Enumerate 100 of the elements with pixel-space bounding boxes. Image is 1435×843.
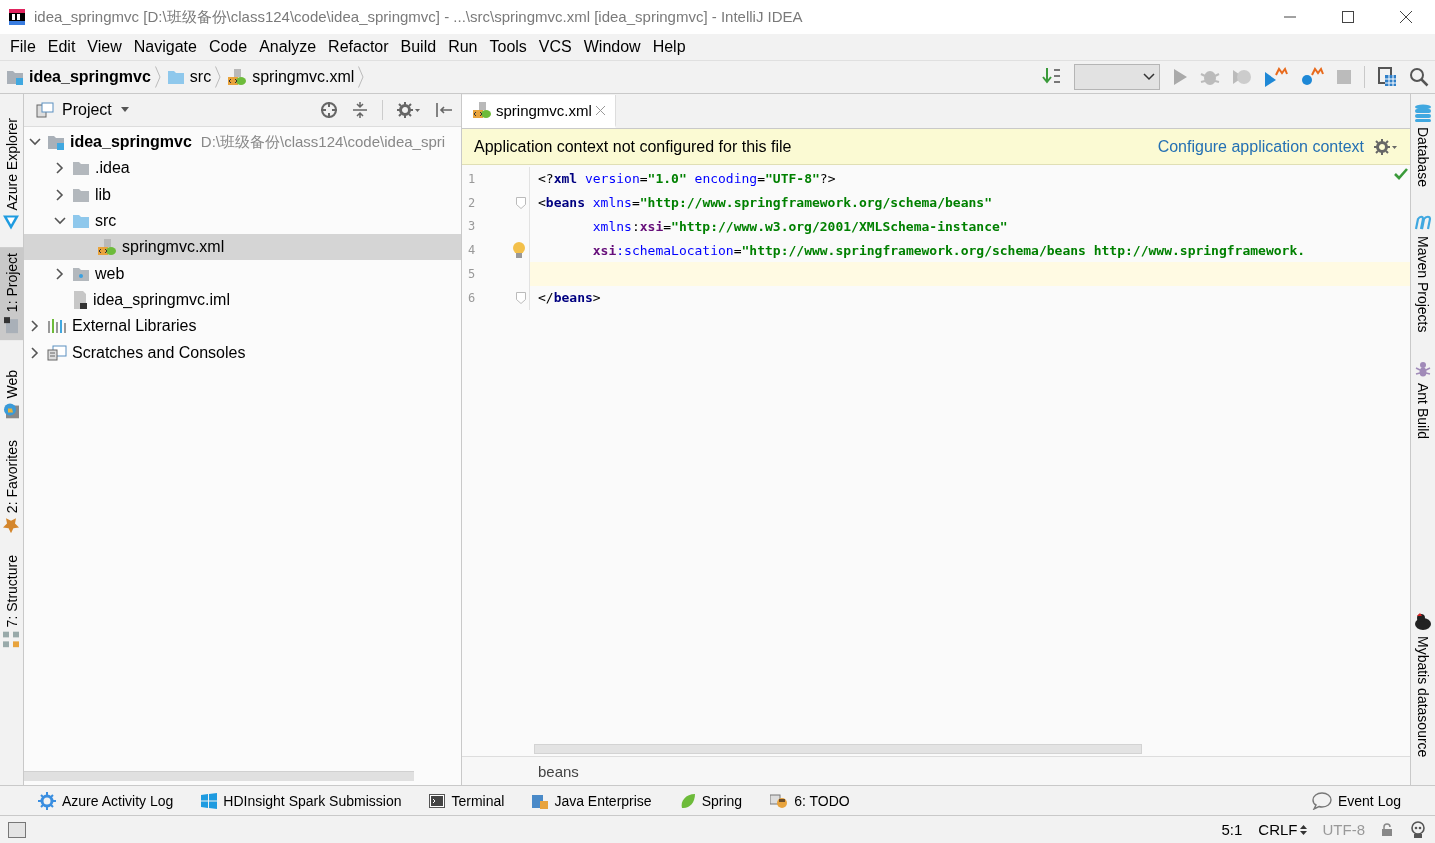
tool-window-tab[interactable]: 1: Project: [0, 246, 23, 340]
breadcrumb[interactable]: beans: [538, 762, 579, 780]
target-icon[interactable]: [320, 101, 338, 119]
chevron-right-icon[interactable]: [31, 320, 39, 333]
hide-panel-icon[interactable]: [435, 102, 453, 118]
scratches-icon: [47, 344, 67, 361]
search-icon[interactable]: [1409, 67, 1429, 87]
tree-item[interactable]: idea_springmvc D:\班级备份\class124\code\idea_spri: [24, 129, 461, 156]
tool-window-tab[interactable]: Maven Projects: [1411, 210, 1435, 337]
breadcrumb-separator-icon: [358, 66, 365, 88]
fold-marker-icon[interactable]: [516, 196, 526, 209]
inspector-icon[interactable]: [1409, 820, 1427, 839]
enterprise-icon: [532, 792, 549, 809]
tool-window-button[interactable]: Spring: [679, 792, 743, 809]
tree-item[interactable]: External Libraries: [24, 313, 461, 340]
menu-item[interactable]: Refactor: [322, 38, 395, 56]
tool-window-tab[interactable]: Web: [0, 363, 23, 425]
menu-item[interactable]: Help: [646, 38, 692, 56]
view-selector[interactable]: Project: [36, 101, 130, 119]
tool-window-tab[interactable]: Database: [1411, 100, 1435, 191]
tree-item[interactable]: src: [24, 207, 461, 235]
tool-window-button[interactable]: 6: TODO: [770, 792, 850, 809]
up-down-arrows-icon: [1299, 823, 1307, 836]
lock-icon[interactable]: [1381, 822, 1393, 837]
folder-icon: [3, 315, 20, 334]
module-folder-icon: [47, 134, 65, 151]
tool-window-tab[interactable]: Azure Explorer: [0, 112, 23, 237]
menu-item[interactable]: VCS: [532, 38, 578, 56]
path-hint: D:\班级备份\class124\code\idea_spri: [200, 132, 446, 152]
libraries-icon: [47, 318, 67, 335]
tool-window-button[interactable]: Java Enterprise: [532, 792, 652, 809]
project-structure-icon[interactable]: [1377, 67, 1397, 87]
tool-window-tab[interactable]: 7: Structure: [0, 549, 23, 654]
maximize-icon[interactable]: [1342, 11, 1354, 23]
breadcrumb[interactable]: src: [160, 68, 216, 86]
structure-icon: [3, 631, 20, 648]
tree-item[interactable]: Scratches and Consoles: [24, 339, 461, 366]
module-folder-icon: [6, 69, 24, 85]
menu-item[interactable]: File: [4, 38, 42, 56]
menu-item[interactable]: Run: [442, 38, 484, 56]
project-view-icon: [36, 102, 54, 118]
window-title: idea_springmvc [D:\班级备份\class124\code\idea_springmvc] - ...\src\springmvc.xml [idea_springmvc] - IntelliJ IDEA: [34, 7, 803, 27]
line-number: 5: [467, 267, 477, 282]
configure-link[interactable]: Configure application context: [1157, 137, 1364, 156]
tool-window-button[interactable]: HDInsight Spark Submission: [201, 792, 402, 809]
fold-marker-icon[interactable]: [516, 291, 526, 304]
globe-icon: [3, 402, 20, 419]
editor-tab[interactable]: springmvc.xml: [462, 95, 616, 128]
breadcrumb[interactable]: springmvc.xml: [221, 68, 359, 86]
line-number: 3: [467, 219, 477, 234]
panel-toggle-icon[interactable]: [8, 821, 26, 838]
menu-item[interactable]: Navigate: [127, 38, 203, 56]
breadcrumb[interactable]: idea_springmvc: [0, 68, 155, 86]
tool-window-button[interactable]: Event Log: [1311, 791, 1401, 810]
tool-window-tab[interactable]: 2: Favorites: [0, 434, 23, 540]
speech-bubble-icon: [1311, 791, 1332, 810]
lightbulb-icon[interactable]: [512, 241, 526, 260]
scrollbar[interactable]: [24, 771, 414, 781]
chevron-down-icon[interactable]: [29, 138, 41, 147]
chevron-down-icon: [1143, 73, 1155, 81]
azure-icon: [2, 214, 21, 231]
menu-item[interactable]: Tools: [483, 38, 533, 56]
tool-window-button[interactable]: Azure Activity Log: [38, 791, 174, 810]
chevron-right-icon[interactable]: [56, 162, 64, 175]
folder-icon: [72, 186, 90, 203]
tool-window-button[interactable]: Terminal: [429, 792, 505, 809]
line-number: 2: [467, 195, 477, 210]
menu-item[interactable]: View: [81, 38, 128, 56]
gear-icon[interactable]: [397, 102, 421, 118]
chevron-right-icon[interactable]: [31, 346, 39, 359]
tree-item[interactable]: idea_springmvc.iml: [24, 286, 461, 314]
tree-item[interactable]: springmvc.xml: [24, 234, 461, 261]
chevron-down-icon[interactable]: [54, 217, 66, 226]
chevron-right-icon[interactable]: [56, 188, 64, 201]
tree-item[interactable]: .idea: [24, 155, 461, 182]
terminal-icon: [429, 793, 446, 808]
tool-window-tab[interactable]: Ant Build: [1411, 356, 1435, 444]
menu-item[interactable]: Window: [577, 38, 647, 56]
xml-file-icon: [227, 68, 248, 86]
tool-window-tab[interactable]: Mybatis datasource: [1411, 608, 1435, 761]
tree-item[interactable]: web: [24, 260, 461, 287]
debug-spark-icon[interactable]: [1300, 67, 1324, 87]
app-icon: [8, 8, 26, 26]
menu-item[interactable]: Build: [394, 38, 443, 56]
tree-item[interactable]: lib: [24, 181, 461, 208]
database-icon: [1414, 104, 1432, 122]
collapse-all-icon[interactable]: [352, 101, 368, 119]
xml-file-icon: [97, 238, 117, 257]
notification-message: Application context not configured for this file: [474, 137, 792, 156]
menu-item[interactable]: Edit: [41, 38, 82, 56]
menu-item[interactable]: Analyze: [253, 38, 323, 56]
caret-position[interactable]: 5:1: [1221, 821, 1243, 838]
line-number: 1: [467, 171, 477, 186]
scrollbar[interactable]: [534, 744, 1142, 754]
chevron-right-icon[interactable]: [56, 267, 64, 280]
line-separator-selector[interactable]: CRLF: [1258, 821, 1307, 838]
gear-icon[interactable]: [1374, 138, 1398, 155]
run-spark-icon[interactable]: [1264, 67, 1288, 87]
menu-item[interactable]: Code: [202, 38, 254, 56]
close-icon[interactable]: [1400, 11, 1412, 23]
